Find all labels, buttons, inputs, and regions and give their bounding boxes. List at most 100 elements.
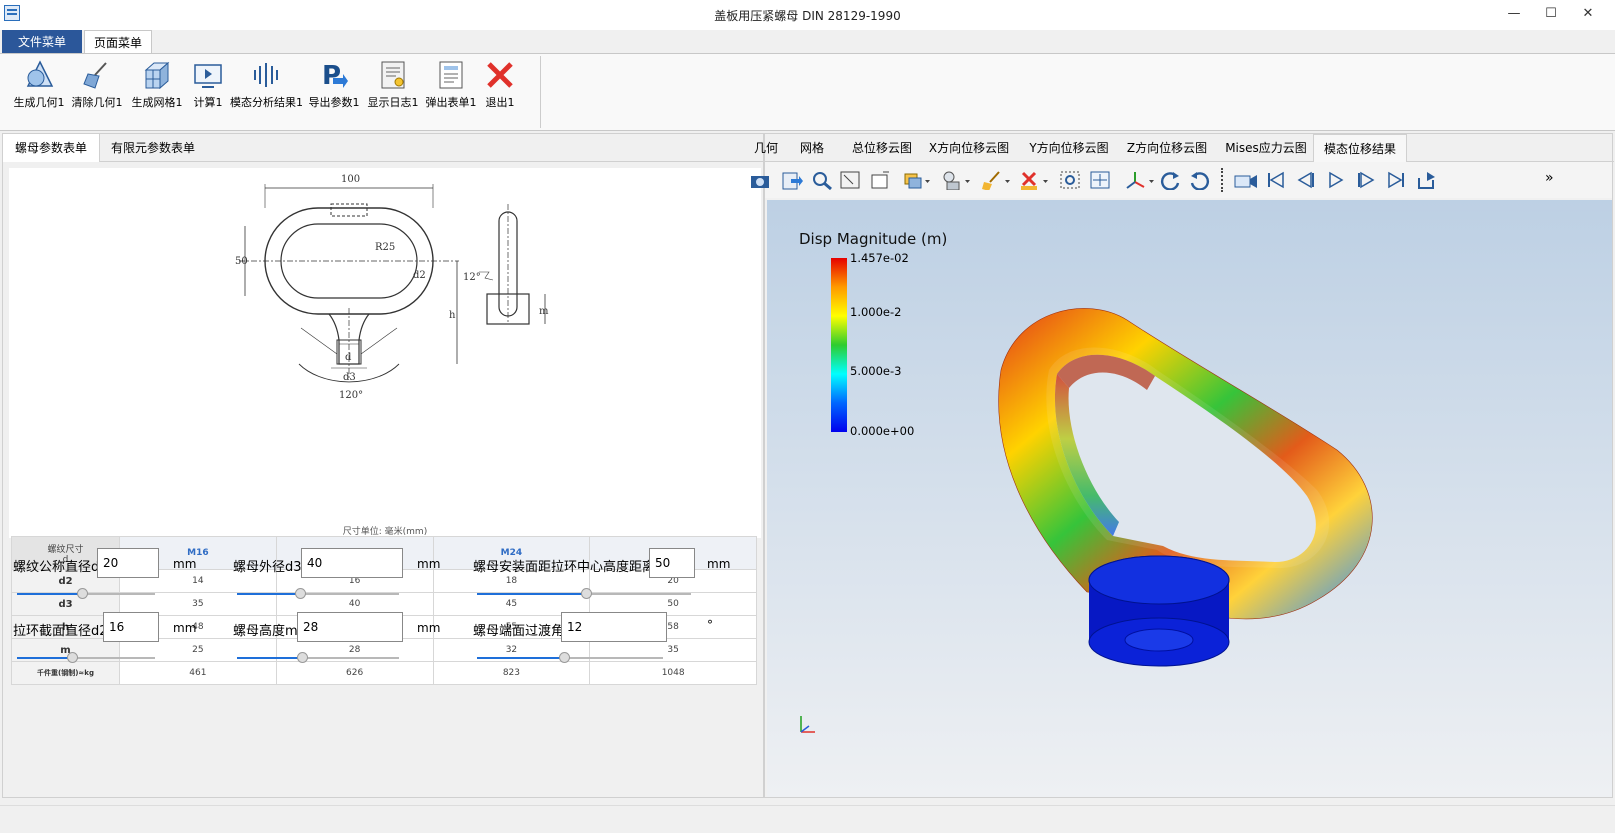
- nut-drawing: 100 50 R25 d2 12° h m d d3 120°: [235, 174, 549, 401]
- param-m-slider[interactable]: [237, 650, 399, 666]
- slider-thumb[interactable]: [581, 588, 593, 599]
- exit-button[interactable]: 退出1: [482, 58, 518, 110]
- pan-icon[interactable]: [1089, 170, 1111, 190]
- param-m-input[interactable]: [297, 612, 403, 642]
- slider-fill: [17, 593, 82, 595]
- left-panel: 螺母参数表单 有限元参数表单 100 50 R25 d2 12° h m d d…: [2, 133, 764, 798]
- param-h-label: 螺母安装面距拉环中心高度距离h: [473, 560, 664, 575]
- tab-fem-params[interactable]: 有限元参数表单: [99, 134, 207, 162]
- param-d3-slider[interactable]: [237, 586, 399, 602]
- popup-form-button[interactable]: 弹出表单1: [424, 58, 478, 110]
- zoom-box-icon[interactable]: [1059, 170, 1081, 190]
- param-d2-slider[interactable]: [17, 650, 155, 666]
- dim-d-label: d: [345, 352, 352, 363]
- tab-z-displacement[interactable]: Z方向位移云图: [1117, 134, 1217, 162]
- zoom-search-icon[interactable]: [811, 170, 833, 190]
- tab-mises-stress[interactable]: Mises应力云图: [1217, 134, 1315, 162]
- 3d-viewport[interactable]: Disp Magnitude (m) 1.457e-02 1.000e-2 5.…: [767, 200, 1612, 797]
- show-log-button[interactable]: 显示日志1: [366, 58, 420, 110]
- tab-modal-displacement[interactable]: 模态位移结果: [1313, 134, 1407, 162]
- color-legend-bar: [831, 258, 847, 432]
- slider-thumb[interactable]: [76, 588, 88, 599]
- minimize-button[interactable]: —: [1500, 3, 1528, 25]
- svg-text:P: P: [322, 61, 341, 90]
- modal-analysis-button[interactable]: 模态分析结果1: [230, 58, 303, 110]
- generate-geometry-button[interactable]: 生成几何1: [12, 58, 66, 110]
- brush-dropdown-icon[interactable]: [981, 170, 1011, 190]
- tab-total-displacement[interactable]: 总位移云图: [837, 134, 927, 162]
- next-frame-icon[interactable]: [1355, 170, 1377, 190]
- close-button[interactable]: ✕: [1574, 3, 1602, 25]
- dim-12-label: 12°: [463, 272, 481, 283]
- compute-button[interactable]: 计算1: [190, 58, 226, 110]
- param-d2-unit: mm: [173, 621, 197, 635]
- param-h-input[interactable]: [649, 548, 695, 578]
- menu-tabs: 文件菜单 页面菜单: [0, 30, 1615, 54]
- param-d2-input[interactable]: [103, 612, 159, 642]
- play-icon[interactable]: [1325, 170, 1347, 190]
- axes-dropdown-icon[interactable]: [1125, 170, 1155, 190]
- export-param-icon: P: [319, 60, 349, 91]
- dim-120-label: 120°: [339, 390, 363, 401]
- export-image-icon[interactable]: [781, 170, 803, 190]
- legend-title: Disp Magnitude (m): [799, 230, 948, 248]
- param-d3-label: 螺母外径d3: [233, 560, 302, 575]
- slider-thumb[interactable]: [67, 652, 79, 663]
- param-m-unit: mm: [417, 621, 441, 635]
- slider-thumb[interactable]: [559, 652, 571, 663]
- dim-d3-label: d3: [343, 372, 356, 383]
- export-params-button[interactable]: P 导出参数1: [306, 58, 362, 110]
- tab-page-menu[interactable]: 页面菜单: [84, 30, 152, 54]
- tab-file-menu[interactable]: 文件菜单: [2, 30, 82, 54]
- param-angle-input[interactable]: [561, 612, 667, 642]
- tab-geometry[interactable]: 几何: [743, 134, 789, 162]
- tab-nut-params[interactable]: 螺母参数表单: [3, 134, 101, 162]
- rotate-cw-icon[interactable]: [1159, 170, 1181, 190]
- title-bar: 盖板用压紧螺母 DIN 28129-1990 — ☐ ✕: [0, 0, 1615, 30]
- dim-m-label: m: [539, 306, 549, 317]
- previous-frame-icon[interactable]: [1295, 170, 1317, 190]
- camera-icon[interactable]: [749, 170, 771, 190]
- exit-x-icon: [485, 60, 515, 90]
- param-m-label: 螺母高度m: [233, 624, 298, 639]
- log-icon: [378, 60, 408, 90]
- broom-icon: [82, 60, 112, 90]
- layers-dropdown-icon[interactable]: [903, 170, 931, 190]
- deformed-ring-model: [998, 308, 1373, 667]
- param-angle-slider[interactable]: [477, 650, 663, 666]
- fit-view-icon[interactable]: [839, 170, 861, 190]
- slider-thumb[interactable]: [295, 588, 307, 599]
- param-h-slider[interactable]: [477, 586, 691, 602]
- mesh-cube-icon: [142, 60, 172, 90]
- dim-50-label: 50: [235, 256, 248, 267]
- rotate-ccw-icon[interactable]: [1189, 170, 1211, 190]
- geometry-icon: [24, 60, 54, 90]
- loop-icon[interactable]: [1415, 170, 1437, 190]
- toolbar-overflow-button[interactable]: »: [1545, 170, 1554, 186]
- toolbar-separator: [1221, 168, 1223, 192]
- maximize-button[interactable]: ☐: [1537, 3, 1565, 25]
- video-camera-icon[interactable]: [1233, 170, 1259, 190]
- slider-fill: [477, 593, 587, 595]
- param-d-label: 螺纹公称直径d: [13, 560, 100, 575]
- param-d3-input[interactable]: [301, 548, 403, 578]
- dim-d2-label: d2: [413, 270, 426, 281]
- technical-drawing: 100 50 R25 d2 12° h m d d3 120° 尺寸单位: 毫米…: [9, 168, 761, 538]
- tab-mesh[interactable]: 网格: [791, 134, 833, 162]
- param-angle-unit: °: [707, 618, 713, 632]
- legend-min: 0.000e+00: [850, 424, 915, 438]
- param-d-slider[interactable]: [17, 586, 155, 602]
- window-view-icon[interactable]: [869, 170, 891, 190]
- param-angle-label: 螺母端面过渡角: [473, 624, 565, 639]
- clear-geometry-button[interactable]: 清除几何1: [70, 58, 124, 110]
- generate-mesh-button[interactable]: 生成网格1: [128, 58, 186, 110]
- slider-thumb[interactable]: [296, 652, 308, 663]
- tab-x-displacement[interactable]: X方向位移云图: [921, 134, 1017, 162]
- form-icon: [436, 60, 466, 90]
- first-frame-icon[interactable]: [1265, 170, 1287, 190]
- clear-dropdown-icon[interactable]: [1019, 170, 1049, 190]
- param-d-input[interactable]: [97, 548, 159, 578]
- last-frame-icon[interactable]: [1385, 170, 1407, 190]
- lighting-dropdown-icon[interactable]: [941, 170, 971, 190]
- tab-y-displacement[interactable]: Y方向位移云图: [1019, 134, 1119, 162]
